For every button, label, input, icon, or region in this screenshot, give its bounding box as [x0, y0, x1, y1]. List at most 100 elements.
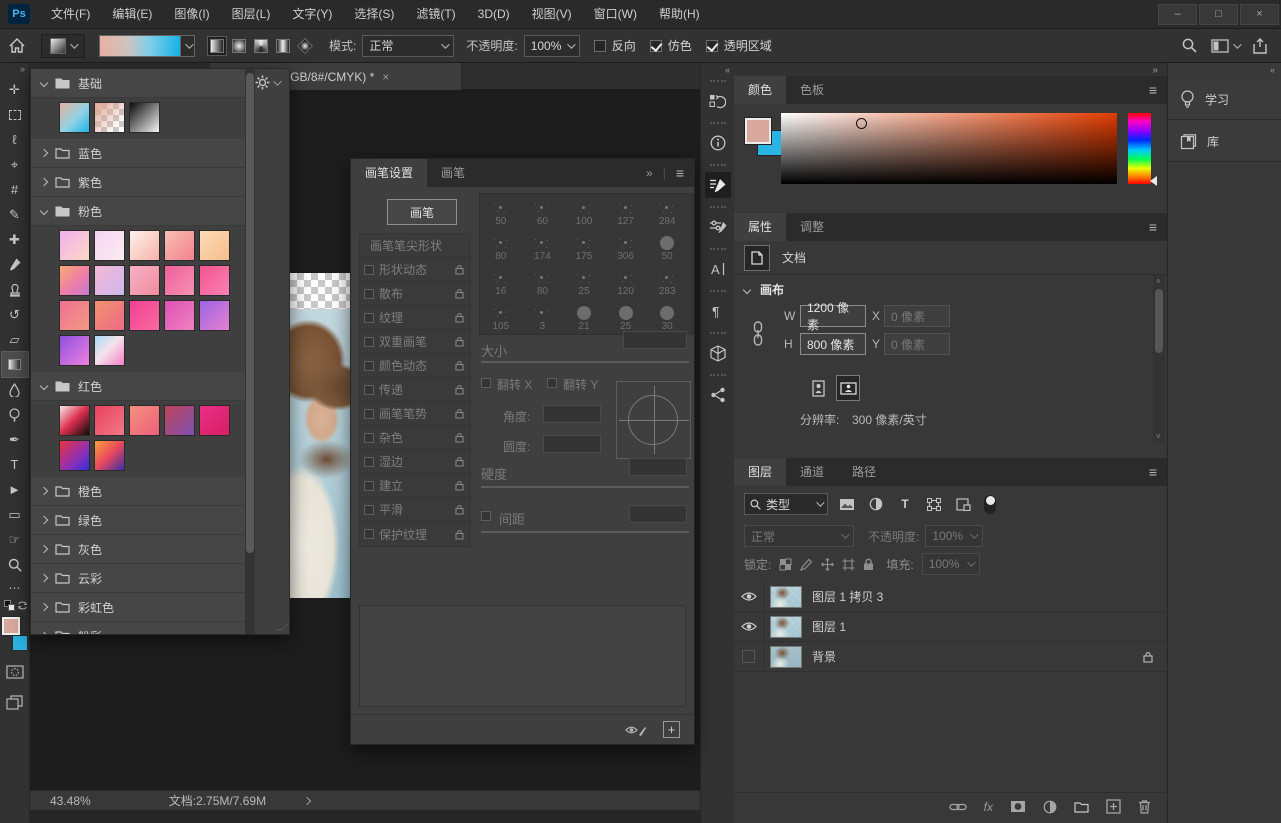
- brush-option-平滑[interactable]: 平滑: [360, 498, 470, 522]
- canvas-section-header[interactable]: 画布: [744, 281, 784, 298]
- tool-preset-picker[interactable]: [41, 34, 85, 58]
- brush-option-杂色[interactable]: 杂色: [360, 426, 470, 450]
- option-checkbox[interactable]: [364, 457, 374, 467]
- tab-properties[interactable]: 属性: [734, 213, 786, 241]
- zoom-level-field[interactable]: 43.48%: [50, 794, 91, 808]
- search-icon[interactable]: [1182, 38, 1197, 53]
- gradient-group-粉色[interactable]: 粉色: [31, 197, 245, 226]
- gradient-swatch[interactable]: [59, 265, 90, 296]
- new-brush-button[interactable]: +: [663, 721, 680, 738]
- brush-tip-cell[interactable]: 50: [646, 229, 688, 264]
- brush-tip-cell[interactable]: 50: [480, 194, 522, 229]
- brush-tip-cell[interactable]: 80: [522, 264, 564, 299]
- menu-item[interactable]: 图像(I): [163, 0, 220, 29]
- background-color-swatch[interactable]: [12, 635, 28, 651]
- object-selection-tool[interactable]: ⌖: [2, 152, 28, 177]
- gradient-group-灰色[interactable]: 灰色: [31, 535, 245, 564]
- radial-gradient-button[interactable]: [229, 36, 249, 56]
- spacing-value-box[interactable]: [629, 505, 687, 523]
- opacity-select[interactable]: 100%: [524, 35, 580, 57]
- angle-input[interactable]: [543, 405, 601, 423]
- lock-transparency-icon[interactable]: [779, 558, 792, 571]
- menu-item[interactable]: 窗口(W): [583, 0, 648, 29]
- link-dimensions-icon[interactable]: [752, 321, 764, 347]
- color-cursor[interactable]: [856, 118, 867, 129]
- panel-icon-paragraph[interactable]: ¶: [703, 287, 733, 329]
- gradient-swatch[interactable]: [129, 300, 160, 331]
- blur-tool[interactable]: [2, 377, 28, 402]
- path-selection-tool[interactable]: ►: [2, 477, 28, 502]
- rail-item-学习[interactable]: 学习: [1168, 80, 1281, 120]
- portrait-orientation-button[interactable]: [806, 375, 830, 401]
- brush-option-建立[interactable]: 建立: [360, 474, 470, 498]
- brush-tip-cell[interactable]: 284: [646, 194, 688, 229]
- blend-mode-select[interactable]: 正常: [362, 35, 454, 57]
- menu-item[interactable]: 帮助(H): [648, 0, 711, 29]
- option-checkbox[interactable]: [364, 265, 374, 275]
- gradient-group-云彩[interactable]: 云彩: [31, 564, 245, 593]
- clone-stamp-tool[interactable]: [2, 277, 28, 302]
- gradient-swatch[interactable]: [164, 265, 195, 296]
- menu-item[interactable]: 编辑(E): [101, 0, 163, 29]
- gradient-swatch[interactable]: [129, 265, 160, 296]
- menu-item[interactable]: 图层(L): [221, 0, 282, 29]
- layer-thumbnail[interactable]: [770, 646, 802, 668]
- spacing-checkbox[interactable]: [481, 511, 491, 521]
- gradient-swatch[interactable]: [164, 230, 195, 261]
- menu-item[interactable]: 3D(D): [467, 0, 521, 29]
- brush-tool[interactable]: [2, 252, 28, 277]
- close-button[interactable]: ×: [1240, 4, 1279, 25]
- tab-channels[interactable]: 通道: [786, 458, 838, 486]
- zoom-tool[interactable]: [2, 552, 28, 577]
- folder-icon[interactable]: [1074, 801, 1089, 813]
- workspace-switcher[interactable]: [1211, 39, 1239, 53]
- flip-x-checkbox[interactable]: [481, 378, 491, 388]
- minimize-button[interactable]: –: [1158, 4, 1197, 25]
- gradient-swatch[interactable]: [129, 230, 160, 261]
- layer-row-图层 1[interactable]: 图层 1: [734, 612, 1167, 642]
- checked-checkbox[interactable]: [650, 40, 662, 52]
- option-checkbox[interactable]: [364, 361, 374, 371]
- landscape-orientation-button[interactable]: [836, 375, 860, 401]
- brush-tip-cell[interactable]: 60: [522, 194, 564, 229]
- layer-row-图层 1 拷贝 3[interactable]: 图层 1 拷贝 3: [734, 582, 1167, 612]
- maximize-button[interactable]: □: [1199, 4, 1238, 25]
- panel-icon-history[interactable]: [703, 77, 733, 119]
- panel-icon-brush-settings[interactable]: [703, 161, 733, 203]
- fx-icon[interactable]: fx: [984, 800, 993, 814]
- foreground-color-swatch[interactable]: [2, 617, 20, 635]
- tab-paths[interactable]: 路径: [838, 458, 890, 486]
- brush-tip-cell[interactable]: 306: [605, 229, 647, 264]
- gradient-swatch[interactable]: [94, 230, 125, 261]
- lock-artboard-icon[interactable]: [842, 558, 855, 571]
- gradient-swatch[interactable]: [94, 102, 125, 133]
- properties-scrollbar[interactable]: ˄˅: [1153, 275, 1165, 443]
- brush-option-传递[interactable]: 传递: [360, 378, 470, 402]
- gradient-swatch[interactable]: [94, 440, 125, 471]
- lasso-tool[interactable]: ℓ: [2, 127, 28, 152]
- home-icon[interactable]: [9, 38, 25, 53]
- hue-slider-arrow[interactable]: [1150, 176, 1157, 186]
- share-icon[interactable]: [1253, 38, 1267, 54]
- close-tab-icon[interactable]: ×: [382, 70, 389, 84]
- brush-option-湿边[interactable]: 湿边: [360, 450, 470, 474]
- option-checkbox[interactable]: [364, 409, 374, 419]
- visibility-empty-box[interactable]: [742, 650, 755, 663]
- brush-option-形状动态[interactable]: 形状动态: [360, 258, 470, 282]
- shape-tool[interactable]: ▭: [2, 502, 28, 527]
- option-checkbox[interactable]: [364, 385, 374, 395]
- spacing-slider[interactable]: [481, 531, 689, 533]
- status-expander-icon[interactable]: [303, 796, 311, 804]
- gradient-group-蓝色[interactable]: 蓝色: [31, 139, 245, 168]
- hue-strip[interactable]: [1128, 113, 1151, 184]
- collapse-dock-icon[interactable]: »: [1152, 65, 1159, 76]
- brush-tip-cell[interactable]: 120: [605, 264, 647, 299]
- brush-option-散布[interactable]: 散布: [360, 282, 470, 306]
- plus-square-icon[interactable]: [1106, 799, 1121, 814]
- gradient-swatch[interactable]: [94, 405, 125, 436]
- reflected-gradient-button[interactable]: [273, 36, 293, 56]
- brush-option-颜色动态[interactable]: 颜色动态: [360, 354, 470, 378]
- roundness-input[interactable]: [543, 435, 601, 453]
- brush-tip-cell[interactable]: 283: [646, 264, 688, 299]
- brushes-button[interactable]: 画笔: [387, 199, 457, 225]
